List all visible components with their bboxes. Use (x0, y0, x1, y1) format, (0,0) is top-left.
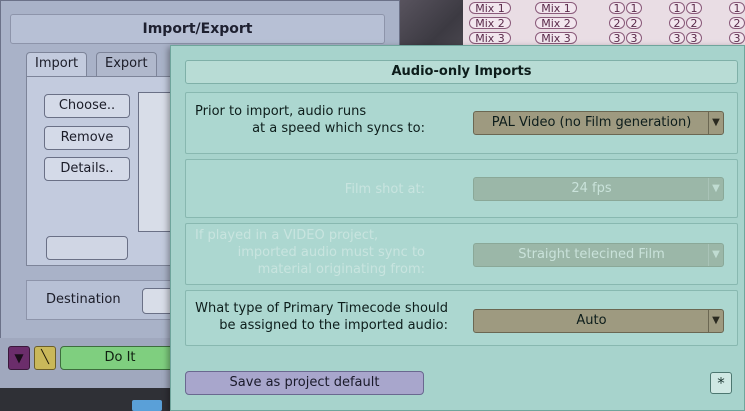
num-button-3-4[interactable]: 3 (686, 32, 702, 44)
timecode-label-line1: What type of Primary Timecode should (195, 301, 448, 316)
settings-field[interactable] (46, 236, 128, 260)
timecode-select[interactable]: Auto ▼ (473, 309, 724, 333)
taskbar-chip (132, 400, 162, 411)
choose-button[interactable]: Choose.. (44, 94, 130, 118)
chevron-down-icon: ▼ (708, 244, 723, 266)
film-shot-label: Film shot at: (344, 182, 425, 197)
num-button-1-5[interactable]: 1 (729, 2, 745, 14)
video-sync-select: Straight telecined Film ▼ (473, 243, 724, 267)
details-button[interactable]: Details.. (44, 157, 130, 181)
mix-button-3b[interactable]: Mix 3 (535, 32, 577, 44)
tab-import[interactable]: Import (26, 52, 88, 76)
import-export-title[interactable]: Import/Export (10, 14, 385, 44)
dialog-title[interactable]: Audio-only Imports (185, 60, 738, 84)
timecode-value: Auto (576, 313, 607, 328)
chevron-down-icon[interactable]: ▼ (708, 310, 723, 332)
chevron-down-icon: ▼ (708, 178, 723, 200)
chevron-down-icon[interactable]: ▼ (708, 112, 723, 134)
speed-sync-select[interactable]: PAL Video (no Film generation) ▼ (473, 111, 724, 135)
num-button-2-1[interactable]: 2 (609, 17, 625, 29)
video-sync-label-line3: material originating from: (257, 262, 425, 277)
mix-button-2a[interactable]: Mix 2 (469, 17, 511, 29)
film-shot-select: 24 fps ▼ (473, 177, 724, 201)
num-button-1-1[interactable]: 1 (609, 2, 625, 14)
video-sync-value: Straight telecined Film (518, 247, 665, 262)
speed-sync-value: PAL Video (no Film generation) (491, 115, 692, 130)
num-button-2-4[interactable]: 2 (686, 17, 702, 29)
num-button-3-2[interactable]: 3 (626, 32, 642, 44)
mix-button-3a[interactable]: Mix 3 (469, 32, 511, 44)
speed-sync-label-line1: Prior to import, audio runs (195, 104, 367, 119)
remove-button[interactable]: Remove (44, 126, 130, 150)
timecode-label-line2: be assigned to the imported audio: (219, 318, 448, 333)
num-button-3-5[interactable]: 3 (729, 32, 745, 44)
num-button-2-5[interactable]: 2 (729, 17, 745, 29)
destination-label: Destination (46, 292, 121, 307)
num-button-2-3[interactable]: 2 (669, 17, 685, 29)
num-button-1-3[interactable]: 1 (669, 2, 685, 14)
wand-icon[interactable]: ╲ (34, 346, 56, 370)
film-shot-value: 24 fps (571, 181, 612, 196)
do-it-button[interactable]: Do It (60, 346, 180, 370)
asterisk-icon[interactable]: * (710, 372, 732, 394)
num-button-2-2[interactable]: 2 (626, 17, 642, 29)
triangle-down-icon[interactable]: ▼ (8, 346, 30, 370)
num-button-1-2[interactable]: 1 (626, 2, 642, 14)
num-button-1-4[interactable]: 1 (686, 2, 702, 14)
speed-sync-label-line2: at a speed which syncs to: (252, 121, 425, 136)
tab-export[interactable]: Export (96, 52, 157, 76)
video-sync-label-line1: If played in a VIDEO project, (195, 228, 379, 243)
mix-button-1a[interactable]: Mix 1 (469, 2, 511, 14)
video-sync-label-line2: imported audio must sync to (237, 245, 425, 260)
mix-button-2b[interactable]: Mix 2 (535, 17, 577, 29)
mix-button-1b[interactable]: Mix 1 (535, 2, 577, 14)
save-as-project-default-button[interactable]: Save as project default (185, 371, 424, 395)
num-button-3-1[interactable]: 3 (609, 32, 625, 44)
num-button-3-3[interactable]: 3 (669, 32, 685, 44)
mix-panel: Mix 1 Mix 1 1 1 1 1 1 Mix 2 Mix 2 2 2 2 … (463, 0, 745, 50)
